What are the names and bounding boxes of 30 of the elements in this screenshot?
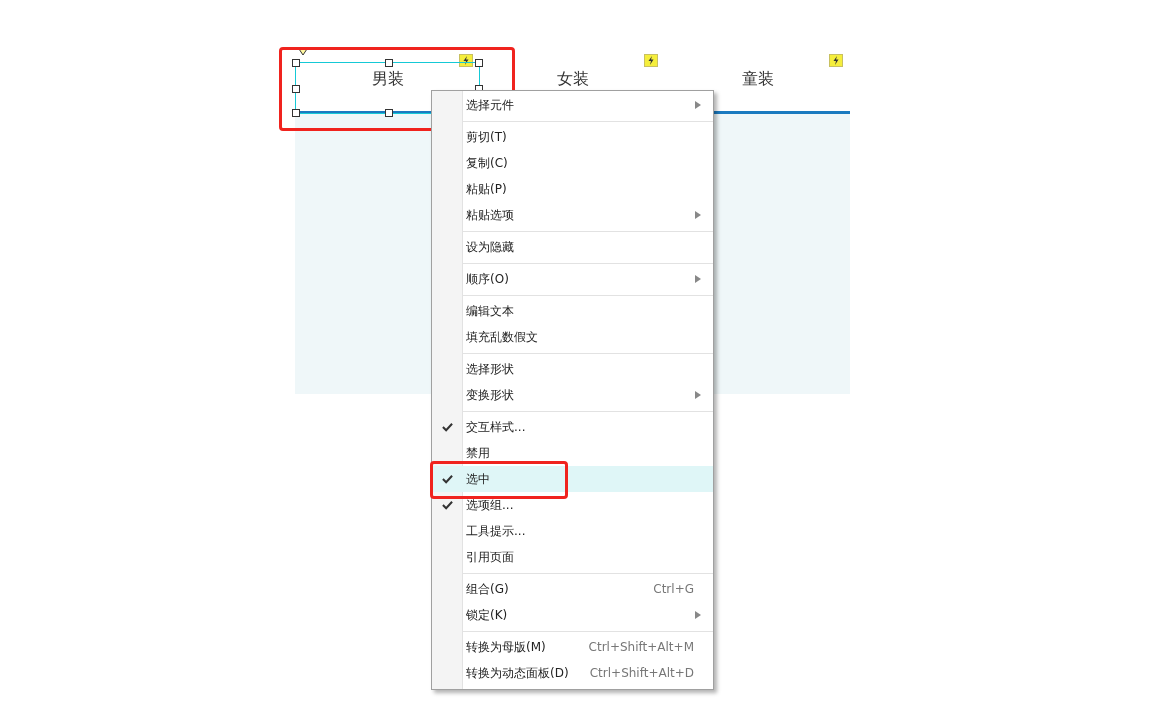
shortcut-text: Ctrl+Shift+Alt+M [588,640,694,654]
tab-label[interactable]: 男装 [371,69,404,90]
menu-item[interactable]: 转换为母版(M) Ctrl+Shift+Alt+M [432,634,713,660]
menu-item[interactable]: 选择形状 [432,356,713,382]
menu-item[interactable]: 填充乱数假文 [432,324,713,350]
menu-item[interactable]: 选中 [432,466,713,492]
menu-item[interactable]: 剪切(T) [432,124,713,150]
shortcut-text: Ctrl+Shift+Alt+D [589,666,694,680]
menu-item[interactable]: 变换形状 [432,382,713,408]
triangle-marker-icon [298,48,308,56]
menu-item[interactable]: 组合(G) Ctrl+G [432,576,713,602]
menu-item[interactable]: 粘贴选项 [432,202,713,228]
menu-item[interactable]: 锁定(K) [432,602,713,628]
menu-item[interactable]: 复制(C) [432,150,713,176]
menu-item[interactable]: 粘贴(P) [432,176,713,202]
tab-label[interactable]: 童装 [741,69,774,90]
lightning-icon [829,54,843,67]
menu-item[interactable]: 禁用 [432,440,713,466]
menu-item[interactable]: 转换为动态面板(D) Ctrl+Shift+Alt+D [432,660,713,686]
menu-item[interactable]: 选项组... [432,492,713,518]
menu-item[interactable]: 工具提示... [432,518,713,544]
menu-item[interactable]: 顺序(O) [432,266,713,292]
tab-label[interactable]: 女装 [556,69,589,90]
menu-item[interactable]: 交互样式... [432,414,713,440]
menu-item[interactable]: 编辑文本 [432,298,713,324]
menu-item[interactable]: 选择元件 [432,92,713,118]
lightning-icon [644,54,658,67]
shortcut-text: Ctrl+G [653,582,694,596]
menu-item[interactable]: 引用页面 [432,544,713,570]
menu-item[interactable]: 设为隐藏 [432,234,713,260]
